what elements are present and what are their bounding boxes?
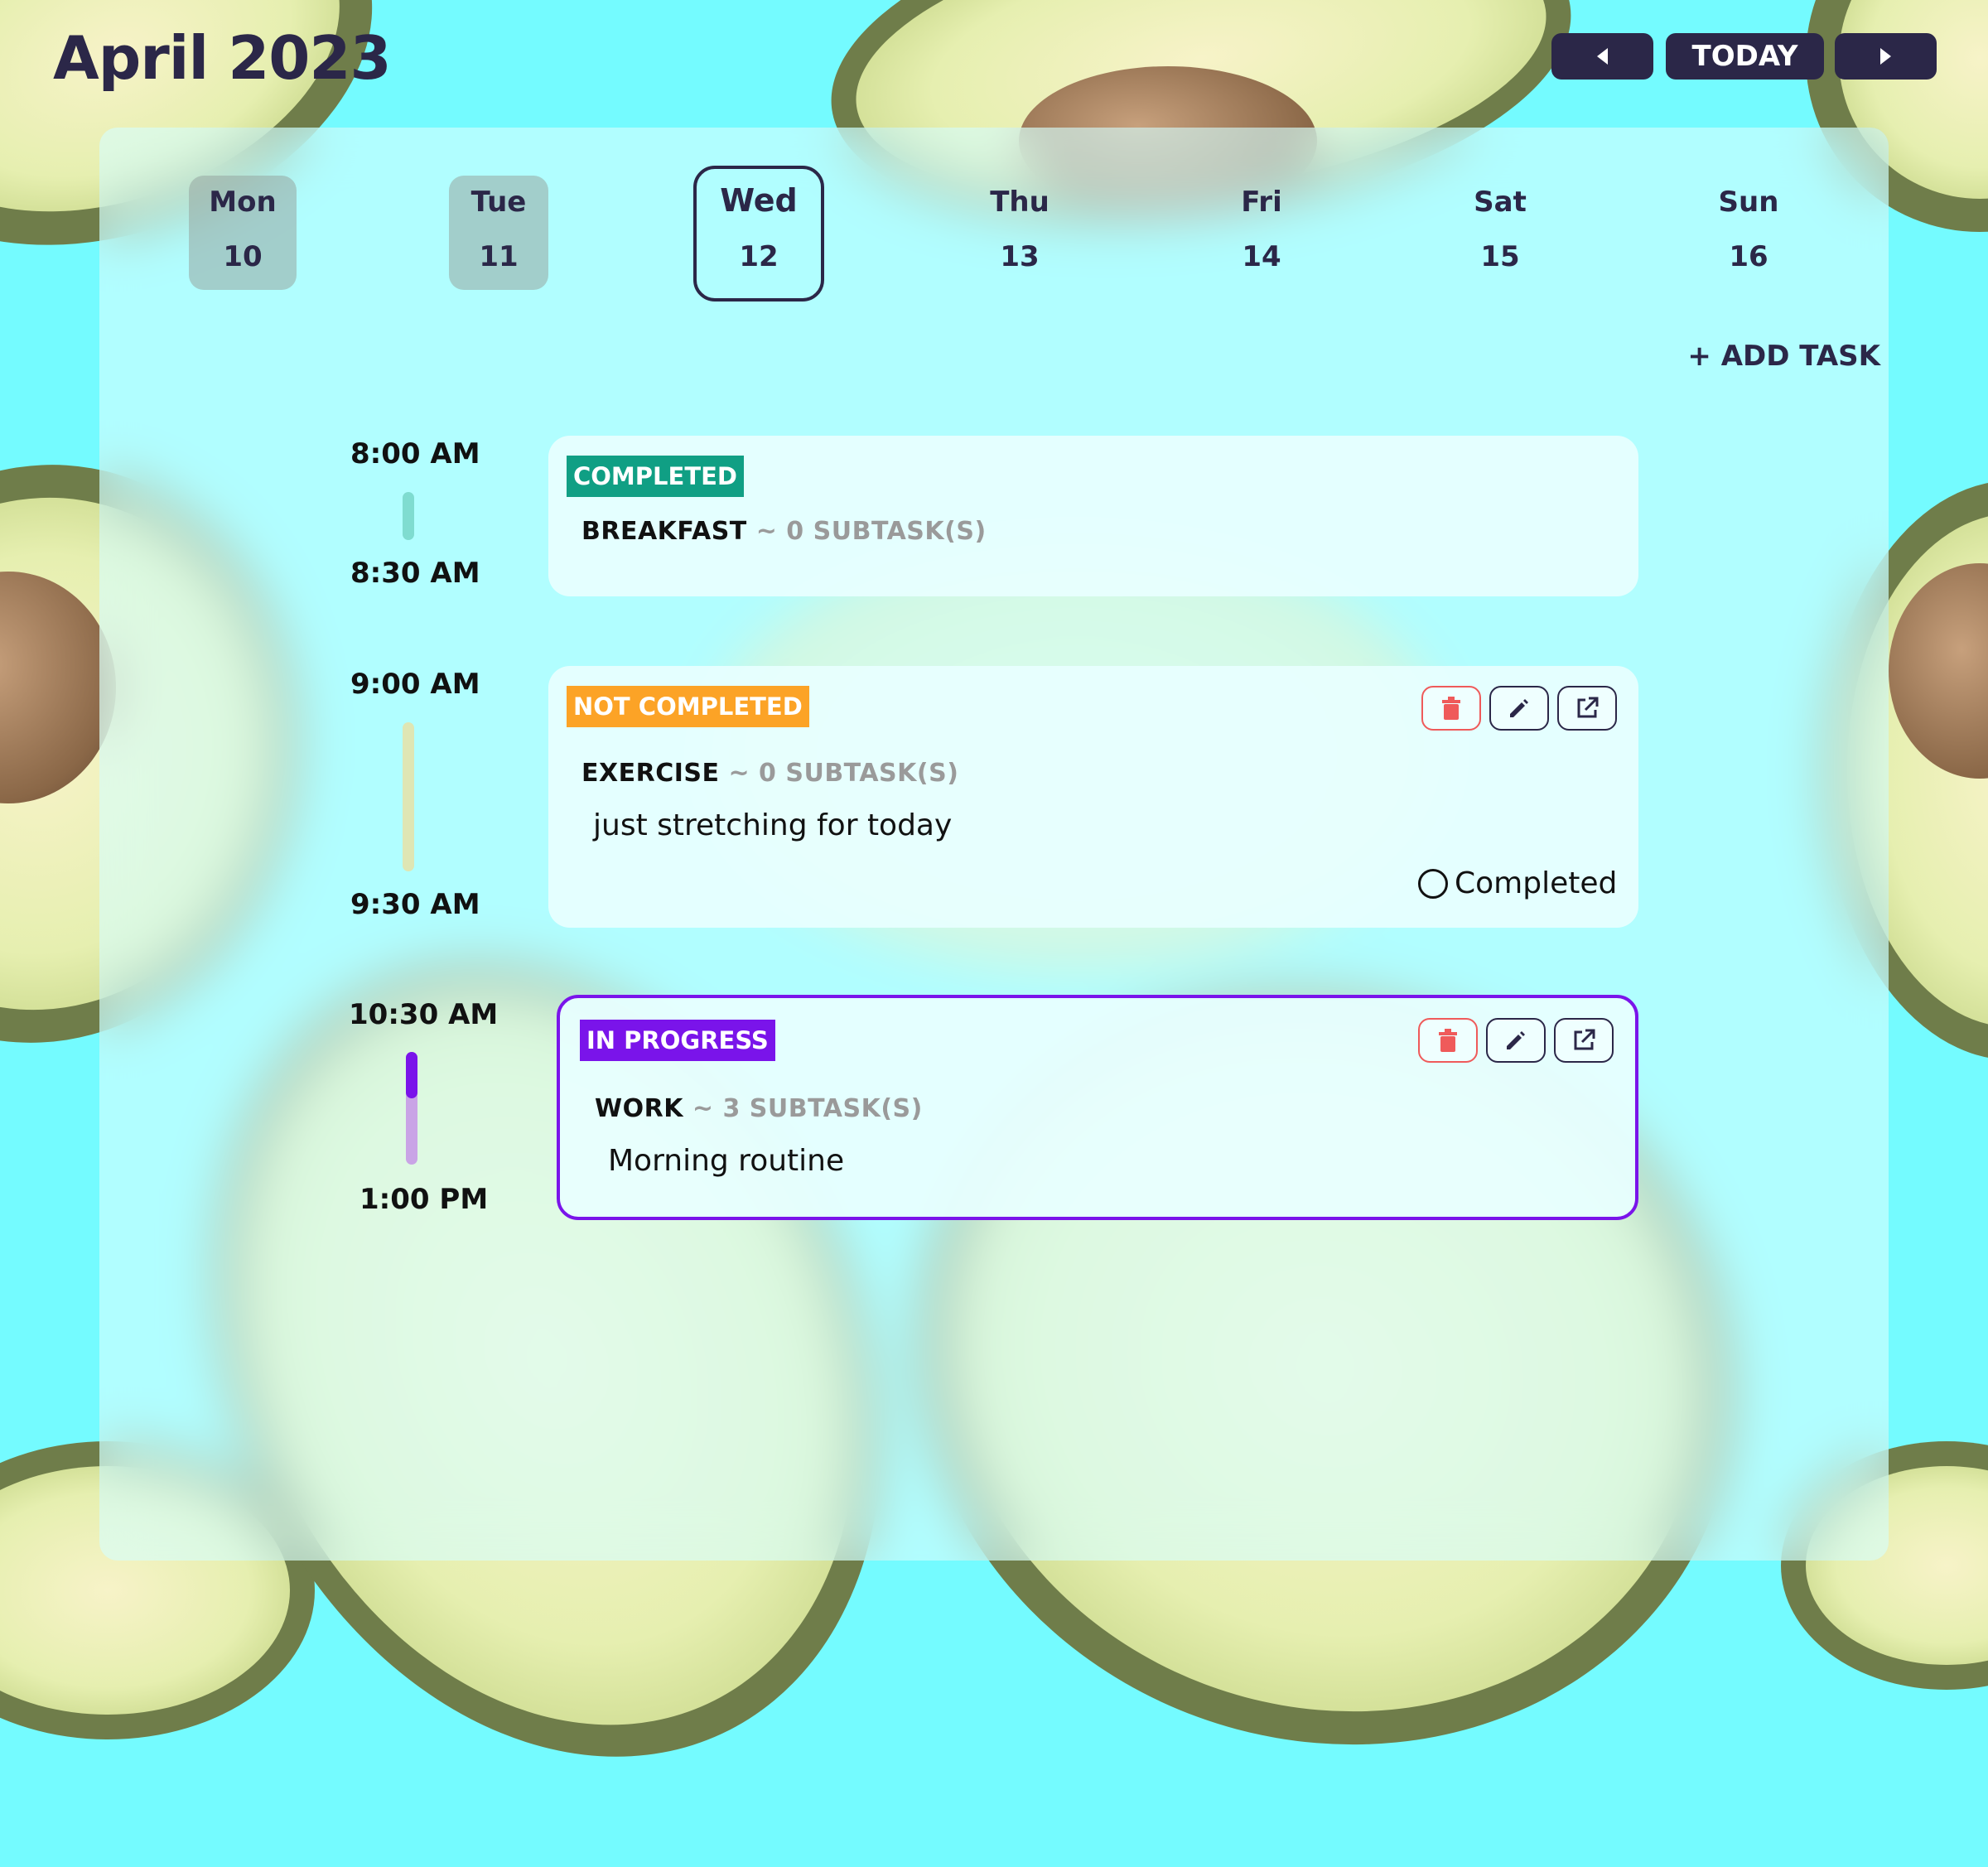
status-badge: NOT COMPLETED: [567, 686, 809, 727]
task-end-time: 1:00 PM: [359, 1183, 489, 1216]
external-link-icon: [1577, 697, 1599, 718]
day-number: 13: [1000, 240, 1040, 273]
day-number: 11: [479, 240, 519, 273]
day-mon[interactable]: Mon 10: [189, 176, 297, 290]
open-button[interactable]: [1557, 686, 1617, 731]
day-fri[interactable]: Fri 14: [1212, 186, 1311, 273]
day-name: Sun: [1718, 186, 1779, 219]
subtask-count: ~ 0 SUBTASK(S): [728, 759, 959, 788]
open-button[interactable]: [1554, 1018, 1614, 1063]
prev-week-button[interactable]: [1551, 33, 1653, 80]
task-name: BREAKFAST: [581, 517, 747, 546]
task-title-line: EXERCISE ~ 0 SUBTASK(S): [581, 759, 958, 788]
delete-button[interactable]: [1421, 686, 1481, 731]
task-title-line: BREAKFAST ~ 0 SUBTASK(S): [581, 517, 987, 546]
day-number: 15: [1480, 240, 1520, 273]
status-badge: COMPLETED: [567, 456, 745, 497]
task-end-time: 9:30 AM: [350, 888, 480, 921]
trash-icon: [1439, 1029, 1457, 1052]
day-name: Fri: [1241, 186, 1282, 219]
duration-bar: [403, 722, 414, 871]
complete-toggle[interactable]: Completed: [1418, 866, 1617, 900]
add-task-button[interactable]: + ADD TASK: [1687, 340, 1880, 373]
task-start-time: 8:00 AM: [350, 437, 480, 470]
today-button[interactable]: TODAY: [1666, 33, 1824, 80]
day-name: Tue: [470, 186, 527, 219]
pencil-icon: [1510, 699, 1528, 717]
day-sat[interactable]: Sat 15: [1450, 186, 1550, 273]
duration-bar: [403, 492, 414, 540]
month-title: April 2023: [53, 23, 392, 93]
external-link-icon: [1574, 1029, 1595, 1050]
delete-button[interactable]: [1418, 1018, 1478, 1063]
day-number: 16: [1729, 240, 1768, 273]
progress-fill: [406, 1052, 417, 1098]
day-number: 10: [223, 240, 263, 273]
caret-left-icon: [1597, 48, 1608, 65]
day-sun[interactable]: Sun 16: [1699, 186, 1798, 273]
task-description: Morning routine: [608, 1144, 845, 1178]
trash-icon: [1442, 697, 1460, 720]
subtask-count: ~ 0 SUBTASK(S): [755, 517, 987, 546]
pencil-icon: [1507, 1031, 1525, 1049]
radio-circle-icon: [1418, 868, 1448, 899]
task-card-exercise[interactable]: NOT COMPLETED EXERCISE ~ 0 SUBTASK(S) ju…: [548, 666, 1638, 928]
day-tue[interactable]: Tue 11: [449, 176, 548, 290]
day-number: 12: [739, 240, 779, 273]
edit-button[interactable]: [1486, 1018, 1546, 1063]
task-start-time: 10:30 AM: [349, 998, 499, 1031]
edit-button[interactable]: [1489, 686, 1549, 731]
day-thu[interactable]: Thu 13: [970, 186, 1069, 273]
task-name: EXERCISE: [581, 759, 720, 788]
day-name: Sat: [1474, 186, 1527, 219]
day-name: Thu: [990, 186, 1049, 219]
task-name: WORK: [595, 1094, 683, 1123]
task-start-time: 9:00 AM: [350, 668, 480, 701]
task-title-line: WORK ~ 3 SUBTASK(S): [595, 1094, 923, 1123]
day-number: 14: [1242, 240, 1281, 273]
task-card-work[interactable]: IN PROGRESS WORK ~ 3 SUBTASK(S) Morning …: [557, 995, 1638, 1220]
day-name: Mon: [209, 186, 277, 219]
task-description: just stretching for today: [593, 808, 953, 842]
subtask-count: ~ 3 SUBTASK(S): [692, 1094, 923, 1123]
task-card-breakfast[interactable]: COMPLETED BREAKFAST ~ 0 SUBTASK(S): [548, 436, 1638, 596]
status-badge: IN PROGRESS: [580, 1020, 775, 1061]
caret-right-icon: [1880, 48, 1891, 65]
day-name: Wed: [720, 182, 798, 219]
next-week-button[interactable]: [1835, 33, 1937, 80]
task-end-time: 8:30 AM: [350, 557, 480, 590]
day-wed-selected[interactable]: Wed 12: [693, 166, 824, 302]
complete-toggle-label: Completed: [1455, 866, 1618, 900]
